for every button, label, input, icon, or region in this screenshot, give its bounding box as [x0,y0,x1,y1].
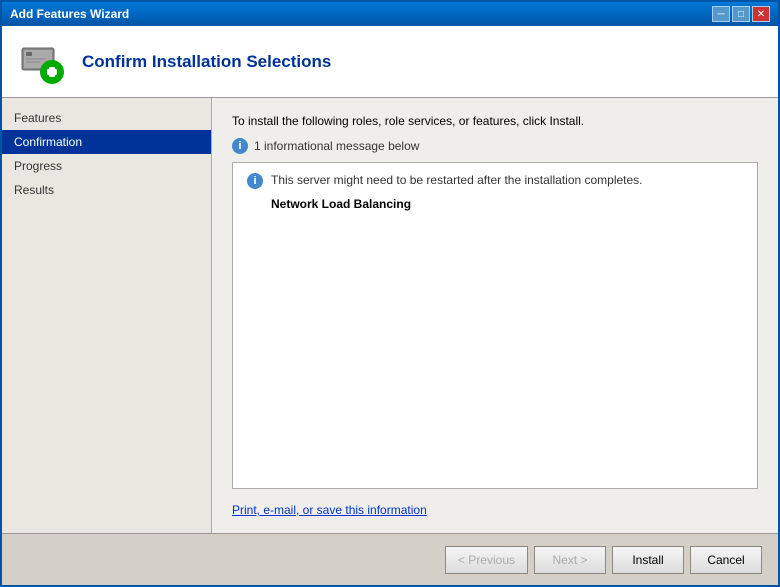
next-button[interactable]: Next > [534,546,606,574]
previous-button[interactable]: < Previous [445,546,528,574]
detail-info-text: This server might need to be restarted a… [271,173,643,187]
detail-info-icon: i [247,173,263,189]
title-bar: Add Features Wizard ─ □ ✕ [2,2,778,26]
window-title: Add Features Wizard [10,7,129,21]
wizard-header-title: Confirm Installation Selections [82,52,331,72]
info-banner-text: 1 informational message below [254,139,419,153]
sidebar-item-results[interactable]: Results [2,178,211,202]
sidebar: Features Confirmation Progress Results [2,98,212,533]
wizard-icon [18,38,66,86]
detail-info-row: i This server might need to be restarted… [247,173,743,189]
instruction-text: To install the following roles, role ser… [232,114,758,128]
install-button[interactable]: Install [612,546,684,574]
main-content: To install the following roles, role ser… [212,98,778,533]
detail-box: i This server might need to be restarted… [232,162,758,489]
save-link[interactable]: Print, e-mail, or save this information [232,503,758,517]
sidebar-item-progress[interactable]: Progress [2,154,211,178]
sidebar-item-confirmation[interactable]: Confirmation [2,130,211,154]
cancel-button[interactable]: Cancel [690,546,762,574]
close-button[interactable]: ✕ [752,6,770,22]
minimize-button[interactable]: ─ [712,6,730,22]
sidebar-item-features[interactable]: Features [2,106,211,130]
maximize-button[interactable]: □ [732,6,750,22]
wizard-body: Features Confirmation Progress Results T… [2,98,778,533]
title-bar-controls: ─ □ ✕ [712,6,770,22]
info-banner: i 1 informational message below [232,138,758,154]
info-icon: i [232,138,248,154]
title-bar-left: Add Features Wizard [10,7,129,21]
feature-name: Network Load Balancing [247,197,743,211]
footer: < Previous Next > Install Cancel [2,533,778,585]
wizard-header: Confirm Installation Selections [2,26,778,98]
wizard-window: Add Features Wizard ─ □ ✕ [0,0,780,587]
